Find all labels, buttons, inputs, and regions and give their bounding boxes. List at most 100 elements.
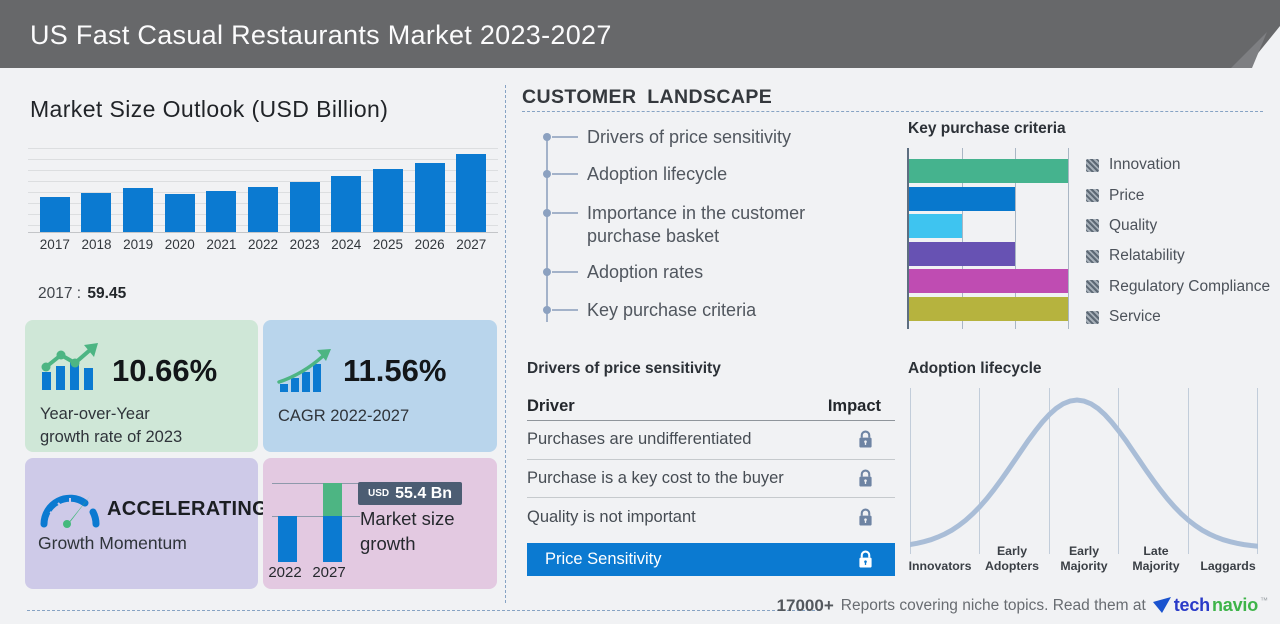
mini-year-2022: 2022 bbox=[263, 564, 307, 581]
title-underline bbox=[522, 111, 1263, 112]
driver-column-header: Driver bbox=[527, 397, 575, 416]
momentum-value: ACCELERATING bbox=[107, 498, 268, 521]
x-tick-2017: 2017 bbox=[34, 237, 76, 252]
list-connector bbox=[552, 271, 578, 273]
bar-chart-trend-up-icon bbox=[40, 342, 104, 392]
vertical-divider bbox=[505, 85, 506, 603]
bar-cell bbox=[242, 148, 284, 232]
list-dot bbox=[543, 133, 551, 141]
landscape-item-importance-in-the-customer-purchase-basket: Importance in the customer purchase bask… bbox=[543, 202, 827, 247]
market-size-bar-2019 bbox=[123, 188, 153, 232]
kpc-title: Key purchase criteria bbox=[908, 120, 1066, 138]
drivers-title: Drivers of price sensitivity bbox=[527, 360, 721, 378]
list-dot bbox=[543, 170, 551, 178]
x-tick-2025: 2025 bbox=[367, 237, 409, 252]
market-size-bar-2023 bbox=[290, 182, 320, 232]
lifecycle-title: Adoption lifecycle bbox=[908, 360, 1042, 378]
lifecycle-chart bbox=[910, 388, 1258, 554]
base-year-label: 2017 bbox=[38, 285, 72, 302]
technavio-logo: technavio ™ bbox=[1153, 595, 1268, 616]
driver-label: Quality is not important bbox=[527, 508, 696, 527]
kpc-bar-chart bbox=[907, 148, 1068, 329]
bar-cell bbox=[450, 148, 492, 232]
kpc-bar-service bbox=[909, 297, 1068, 321]
list-dot bbox=[543, 306, 551, 314]
list-dot bbox=[543, 268, 551, 276]
bell-curve bbox=[910, 388, 1258, 554]
market-size-bar-2017 bbox=[40, 197, 70, 232]
impact-column-header: Impact bbox=[828, 397, 881, 416]
kpc-legend: Innovation Price Quality Relatability Regula… bbox=[1086, 150, 1270, 332]
lock-icon bbox=[835, 550, 895, 569]
currency-label: USD bbox=[368, 488, 389, 499]
list-connector bbox=[552, 136, 578, 138]
growth-mini-chart bbox=[272, 483, 360, 562]
page-curl-decoration bbox=[1200, 0, 1280, 68]
technavio-arrow-icon bbox=[1153, 597, 1172, 614]
footer: 17000+ Reports covering niche topics. Re… bbox=[777, 595, 1268, 616]
price-sensitivity-label: Price Sensitivity bbox=[545, 550, 661, 569]
mini-bar-2022 bbox=[278, 516, 297, 562]
stage-label-laggards: Laggards bbox=[1192, 559, 1264, 574]
kpc-bar-innovation bbox=[909, 159, 1068, 183]
market-size-bar-2024 bbox=[331, 176, 361, 232]
market-size-bar-2022 bbox=[248, 187, 278, 232]
bar-cell bbox=[34, 148, 76, 232]
drivers-table-header: Driver Impact bbox=[527, 395, 895, 421]
price-sensitivity-row: Price Sensitivity bbox=[527, 543, 895, 576]
market-size-bar-2027 bbox=[456, 154, 486, 232]
landscape-item-label: Adoption rates bbox=[587, 261, 703, 284]
growth-amount: 55.4 Bn bbox=[395, 485, 452, 503]
lock-icon bbox=[858, 430, 873, 449]
driver-label: Purchases are undifferentiated bbox=[527, 430, 751, 449]
reports-count: 17000+ bbox=[777, 596, 834, 616]
driver-row-purchases-are-undifferentiated: Purchases are undifferentiated bbox=[527, 421, 895, 460]
bar-cell bbox=[117, 148, 159, 232]
hatched-swatch-icon bbox=[1086, 219, 1099, 232]
list-dot bbox=[543, 209, 551, 217]
bar-cell bbox=[201, 148, 243, 232]
x-tick-2022: 2022 bbox=[242, 237, 284, 252]
momentum-card: ACCELERATING Growth Momentum bbox=[25, 458, 258, 589]
x-tick-2018: 2018 bbox=[76, 237, 118, 252]
kpc-bar-quality bbox=[909, 214, 962, 238]
stage-label-early-adopters: EarlyAdopters bbox=[976, 544, 1048, 573]
legend-item-price: Price bbox=[1086, 180, 1270, 210]
footer-divider bbox=[27, 610, 820, 611]
legend-label: Regulatory Compliance bbox=[1109, 278, 1270, 296]
cagr-value: 11.56% bbox=[343, 353, 446, 389]
impact-cell bbox=[835, 469, 895, 488]
x-tick-2019: 2019 bbox=[117, 237, 159, 252]
bar-cell bbox=[409, 148, 451, 232]
bar-cell bbox=[76, 148, 118, 232]
brand-tech: tech bbox=[1174, 595, 1210, 616]
infographic-root: US Fast Casual Restaurants Market 2023-2… bbox=[0, 0, 1280, 624]
legend-label: Price bbox=[1109, 187, 1144, 205]
rising-bars-arrow-icon bbox=[277, 348, 335, 394]
legend-item-quality: Quality bbox=[1086, 211, 1270, 241]
market-size-title: Market Size Outlook (USD Billion) bbox=[30, 96, 388, 123]
yoy-growth-card: 10.66% Year-over-Year growth rate of 202… bbox=[25, 320, 258, 452]
market-size-bar-chart bbox=[28, 148, 498, 233]
x-tick-2023: 2023 bbox=[284, 237, 326, 252]
hatched-swatch-icon bbox=[1086, 159, 1099, 172]
market-growth-card: 2022 2027 USD 55.4 Bn Market size growth bbox=[263, 458, 497, 589]
landscape-item-label: Adoption lifecycle bbox=[587, 163, 727, 186]
legend-label: Innovation bbox=[1109, 156, 1181, 174]
driver-row-purchase-is-a-key-cost-to-the-buyer: Purchase is a key cost to the buyer bbox=[527, 460, 895, 499]
speedometer-icon bbox=[38, 478, 102, 530]
impact-cell bbox=[835, 508, 895, 527]
stage-label-early-majority: EarlyMajority bbox=[1048, 544, 1120, 573]
cagr-label: CAGR 2022-2027 bbox=[278, 405, 409, 428]
legend-item-relatability: Relatability bbox=[1086, 241, 1270, 271]
market-size-bar-2020 bbox=[165, 194, 195, 232]
x-tick-2021: 2021 bbox=[201, 237, 243, 252]
cagr-card: 11.56% CAGR 2022-2027 bbox=[263, 320, 497, 452]
legend-label: Quality bbox=[1109, 217, 1157, 235]
footer-text: Reports covering niche topics. Read them… bbox=[841, 597, 1146, 615]
landscape-item-adoption-rates: Adoption rates bbox=[543, 261, 703, 284]
market-size-bar-2018 bbox=[81, 193, 111, 232]
hatched-swatch-icon bbox=[1086, 250, 1099, 263]
driver-label: Purchase is a key cost to the buyer bbox=[527, 469, 784, 488]
market-size-bar-2021 bbox=[206, 191, 236, 232]
